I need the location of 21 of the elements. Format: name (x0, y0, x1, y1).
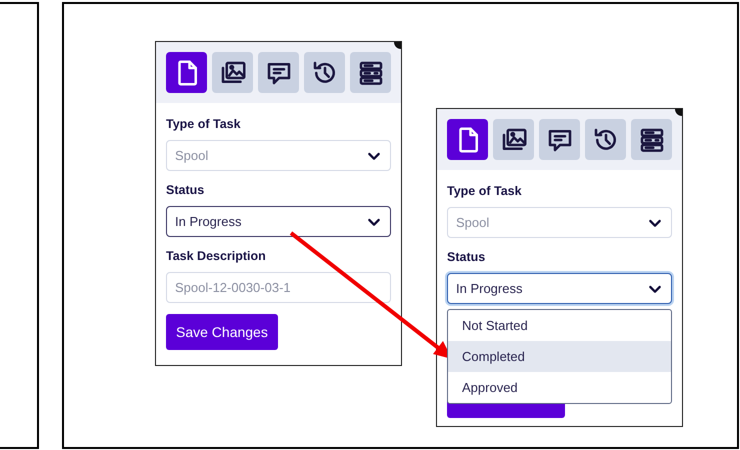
field-label: Status (447, 250, 486, 264)
field-label: Status (166, 183, 206, 197)
tab[interactable] (304, 52, 345, 93)
tab[interactable] (350, 52, 391, 93)
menu-item[interactable]: Not Started (448, 310, 671, 341)
tab[interactable] (631, 119, 672, 160)
menu-item[interactable]: Completed (448, 341, 671, 372)
dropdown[interactable]: In Progress (166, 206, 391, 237)
tab[interactable] (539, 119, 580, 160)
tab[interactable] (493, 119, 534, 160)
field-label: Type of Task (166, 117, 242, 131)
menu-item[interactable]: Approved (448, 372, 671, 403)
dropdown[interactable]: In Progress (447, 273, 672, 304)
tab[interactable] (258, 52, 299, 93)
field-label: Type of Task (447, 184, 523, 198)
tab[interactable] (585, 119, 626, 160)
tab[interactable] (166, 52, 207, 93)
tab[interactable] (212, 52, 253, 93)
tab[interactable] (447, 119, 488, 160)
field-label: Task Description (166, 249, 267, 263)
save-button[interactable]: Save Changes (166, 314, 278, 350)
